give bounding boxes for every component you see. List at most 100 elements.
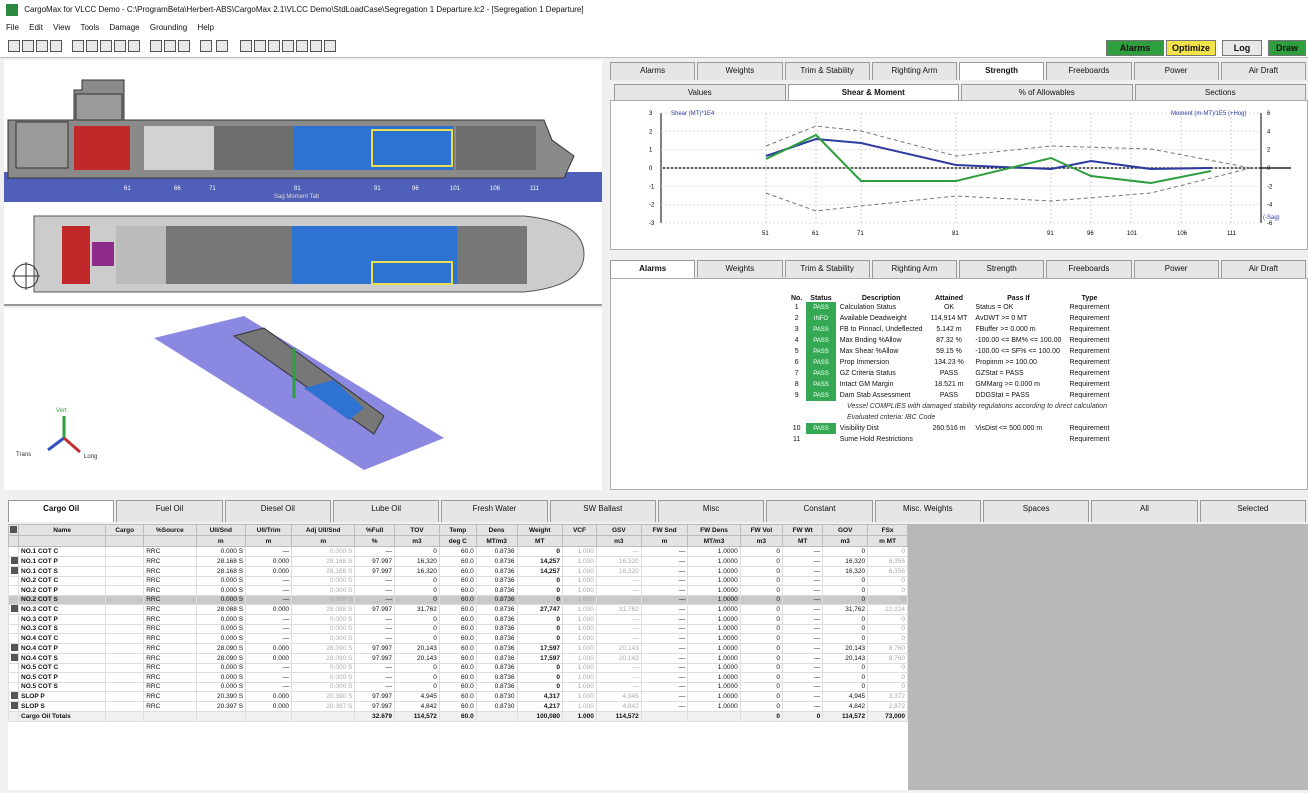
cell-fws[interactable]: — xyxy=(640,662,689,673)
cell-vcf[interactable]: 1.000 xyxy=(561,555,597,567)
cell-adj[interactable]: 0.000 S xyxy=(291,681,356,692)
cell-temp[interactable]: 60.0 xyxy=(438,662,477,673)
cell-trim[interactable]: 0.000 xyxy=(245,642,293,654)
cell-trim[interactable]: — xyxy=(245,546,293,557)
cell-fwv[interactable]: 0 xyxy=(739,691,784,702)
cell-dens[interactable]: 0.8736 xyxy=(475,555,518,567)
cell-src[interactable]: RRC xyxy=(143,701,197,712)
cell-src[interactable]: RRC xyxy=(143,662,197,673)
cell-trim[interactable]: 0.000 xyxy=(245,652,293,664)
cell-fwd[interactable]: 1.0000 xyxy=(687,623,741,634)
cell-adj[interactable]: 28.090 S xyxy=(291,642,356,654)
cell-ull[interactable]: 0.000 S xyxy=(195,546,247,557)
cell-tov[interactable]: 31,762 xyxy=(394,604,440,615)
menu-grounding[interactable]: Grounding xyxy=(150,23,187,32)
cell-fwv[interactable]: 0 xyxy=(739,623,784,634)
cell-dens[interactable]: 0.8736 xyxy=(475,546,518,557)
cell-name[interactable]: NO.1 COT C xyxy=(17,546,107,557)
cell-adj[interactable]: 28.168 S xyxy=(291,555,356,567)
alarm-row[interactable]: 9 PASS Dam Stab Assessment PASS DDGStat = PA… xyxy=(787,390,1114,401)
ship-profile-view[interactable]: 61 66 71 81 91 96 101 106 111 Sag Moment… xyxy=(4,60,602,202)
alarm-row[interactable]: 3 PASS FB to Pinnacl, Undeflected 5.142 m FB… xyxy=(787,324,1114,335)
cell-fws[interactable]: — xyxy=(640,672,689,683)
cell-full[interactable]: — xyxy=(354,662,396,673)
cell-dens[interactable]: 0.8730 xyxy=(475,691,518,702)
cell-gsv[interactable]: — xyxy=(595,614,642,625)
cell-fsx[interactable]: 2,872 xyxy=(867,701,908,712)
cell-dens[interactable]: 0.8736 xyxy=(475,662,518,673)
cell-temp[interactable]: 60.0 xyxy=(438,681,477,692)
cell-gsv[interactable]: — xyxy=(595,623,642,634)
cell-cargo[interactable] xyxy=(105,691,145,702)
cell-src[interactable]: RRC xyxy=(143,672,197,683)
cargo-col-header[interactable]: %Full xyxy=(354,524,396,536)
cell-full[interactable]: — xyxy=(354,594,396,605)
cell-dens[interactable]: 0.8736 xyxy=(475,575,518,586)
row-marker[interactable] xyxy=(8,652,19,664)
cell-fwv[interactable]: 0 xyxy=(739,565,784,577)
cell-fwd[interactable]: 1.0000 xyxy=(687,575,741,586)
cell-name[interactable]: NO.4 COT S xyxy=(17,652,107,664)
cell-dens[interactable]: 0.8736 xyxy=(475,642,518,654)
cargo-col-header[interactable]: Adj Ull/Snd xyxy=(291,524,356,536)
cell-trim[interactable]: 0.000 xyxy=(245,604,293,615)
cell-wt[interactable]: 17,597 xyxy=(516,652,563,664)
cell-tov[interactable]: 0 xyxy=(394,672,440,683)
tab-selected[interactable]: Selected xyxy=(1199,500,1306,522)
cell-name[interactable]: SLOP S xyxy=(17,701,107,712)
cell-name[interactable]: SLOP P xyxy=(17,691,107,702)
cell-fwd[interactable]: 1.0000 xyxy=(687,594,741,605)
cell-src[interactable]: RRC xyxy=(143,565,197,577)
cell-cargo[interactable] xyxy=(105,594,145,605)
cell-fwv[interactable]: 0 xyxy=(739,604,784,615)
cell-fws[interactable]: — xyxy=(640,555,689,567)
tab-diesel-oil[interactable]: Diesel Oil xyxy=(224,500,331,522)
tank-icon[interactable] xyxy=(72,40,84,52)
cell-trim[interactable]: — xyxy=(245,594,293,605)
cargo-col-header[interactable]: Ull/Snd xyxy=(195,524,247,536)
cell-fww[interactable]: — xyxy=(782,662,824,673)
row-marker[interactable] xyxy=(8,633,19,644)
row-marker[interactable] xyxy=(8,662,19,673)
cell-fwd[interactable]: 1.0000 xyxy=(687,555,741,567)
table-row[interactable]: NO.5 COT P RRC 0.000 S —0.000 S —0 60.0 0.8736… xyxy=(8,672,908,683)
cell-trim[interactable]: — xyxy=(245,614,293,625)
tab-alarms-upper[interactable]: Alarms xyxy=(610,62,696,80)
cell-src[interactable]: RRC xyxy=(143,633,197,644)
cargo-col-header[interactable]: Ull/Trim xyxy=(245,524,293,536)
cell-wt[interactable]: 0 xyxy=(516,614,563,625)
cell-cargo[interactable] xyxy=(105,642,145,654)
row-marker[interactable] xyxy=(8,642,19,654)
grid2-icon[interactable] xyxy=(164,40,176,52)
tab-cargo-oil[interactable]: Cargo Oil xyxy=(8,500,115,522)
cell-src[interactable]: RRC xyxy=(143,681,197,692)
table-row[interactable]: SLOP S RRC 20.397 S 0.000 20.397 S 97.997 4,84… xyxy=(8,701,908,712)
cell-tov[interactable]: 20,143 xyxy=(394,642,440,654)
zoom-prev-icon[interactable] xyxy=(310,40,322,52)
table-row[interactable]: SLOP P RRC 20.390 S 0.000 20.390 S 97.997 4,94… xyxy=(8,691,908,702)
cell-dens[interactable]: 0.8736 xyxy=(475,614,518,625)
cell-dens[interactable]: 0.8730 xyxy=(475,701,518,712)
cell-full[interactable]: — xyxy=(354,672,396,683)
cell-fws[interactable]: — xyxy=(640,585,689,596)
cell-wt[interactable]: 4,317 xyxy=(516,691,563,702)
cell-fsx[interactable]: 0 xyxy=(867,672,908,683)
pointer-icon[interactable] xyxy=(216,40,228,52)
cell-src[interactable]: RRC xyxy=(143,594,197,605)
cell-temp[interactable]: 60.0 xyxy=(438,614,477,625)
cell-name[interactable]: NO.2 COT P xyxy=(17,585,107,596)
tab-allowables[interactable]: % of Allowables xyxy=(961,84,1133,100)
cargo-col-header[interactable]: FW Dens xyxy=(687,524,741,536)
cell-fsx[interactable]: 0 xyxy=(867,662,908,673)
cargo-col-header[interactable]: FW Vol xyxy=(739,524,784,536)
cell-gov[interactable]: 0 xyxy=(822,585,869,596)
tab-weights-upper[interactable]: Weights xyxy=(697,62,783,80)
menu-help[interactable]: Help xyxy=(197,23,213,32)
row-marker[interactable] xyxy=(8,594,19,605)
cell-trim[interactable]: — xyxy=(245,633,293,644)
cell-ull[interactable]: 0.000 S xyxy=(195,594,247,605)
table-row[interactable]: NO.2 COT P RRC 0.000 S —0.000 S —0 60.0 0.8736… xyxy=(8,585,908,596)
cell-vcf[interactable]: 1.000 xyxy=(561,623,597,634)
cell-fww[interactable]: — xyxy=(782,652,824,664)
cell-fww[interactable]: — xyxy=(782,604,824,615)
